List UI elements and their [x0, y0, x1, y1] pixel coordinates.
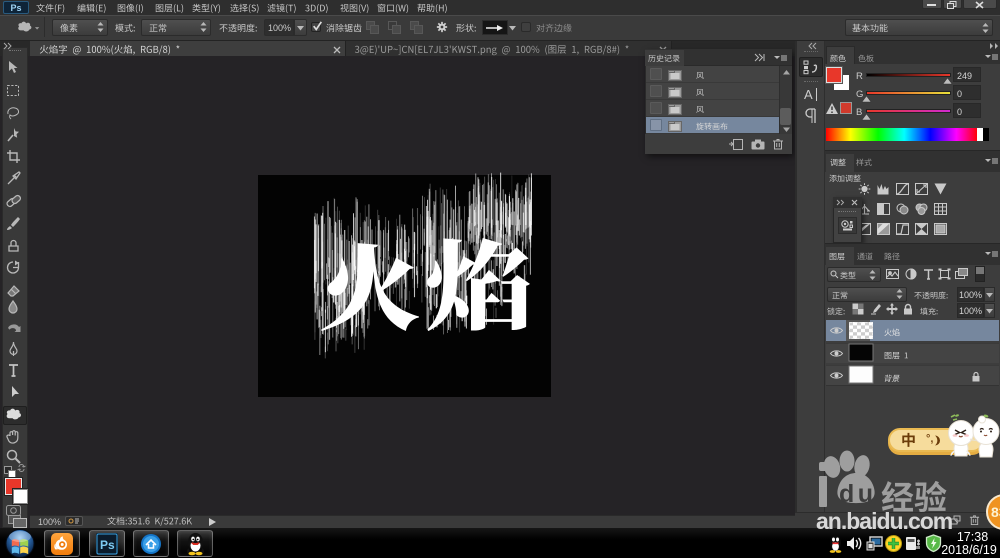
svg-text:Ps: Ps	[100, 538, 115, 552]
svg-text:R: R	[856, 71, 863, 82]
svg-text:A: A	[804, 87, 813, 102]
